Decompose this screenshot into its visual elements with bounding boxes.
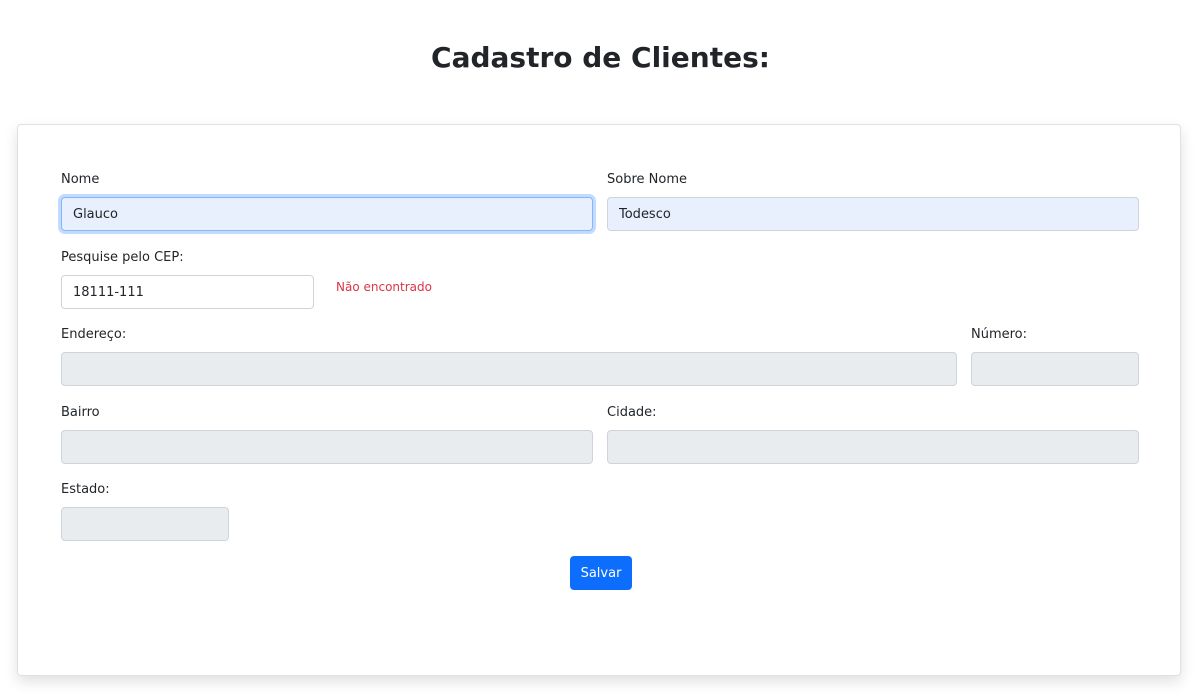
cidade-input [607, 430, 1139, 464]
bairro-input [61, 430, 593, 464]
endereco-label: Endereço: [61, 327, 127, 342]
sobrenome-input[interactable] [607, 197, 1139, 231]
cep-error-message: Não encontrado [336, 280, 432, 294]
cep-label: Pesquise pelo CEP: [61, 250, 184, 265]
numero-label: Número: [971, 327, 1028, 342]
page: Cadastro de Clientes: Nome Sobre Nome Pe… [0, 0, 1201, 699]
client-form-card: Nome Sobre Nome Pesquise pelo CEP: Não e… [17, 124, 1181, 676]
nome-label: Nome [61, 172, 100, 187]
numero-input [971, 352, 1139, 386]
cep-input[interactable] [61, 275, 314, 309]
bairro-label: Bairro [61, 405, 100, 420]
endereco-input [61, 352, 957, 386]
sobrenome-label: Sobre Nome [607, 172, 687, 187]
nome-input[interactable] [61, 197, 593, 231]
salvar-button[interactable]: Salvar [570, 556, 632, 590]
cidade-label: Cidade: [607, 405, 657, 420]
page-title: Cadastro de Clientes: [431, 41, 770, 74]
estado-input [61, 507, 229, 541]
estado-label: Estado: [61, 482, 110, 497]
